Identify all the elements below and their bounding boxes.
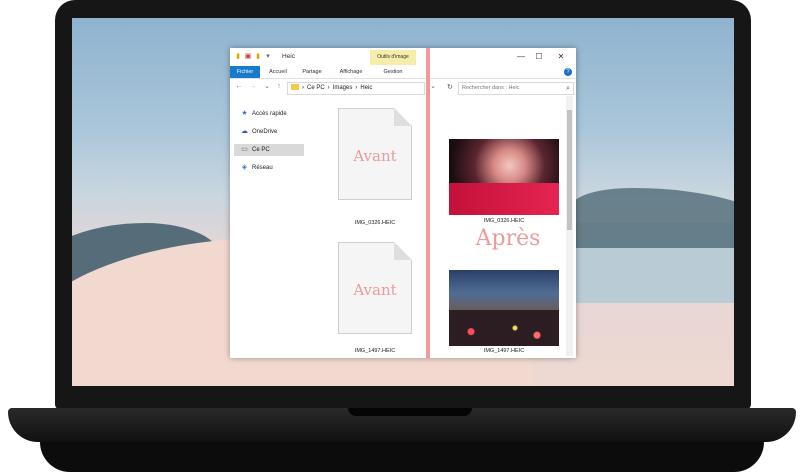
window-title: Heic <box>282 53 296 60</box>
search-input[interactable]: Rechercher dans : Heic ⌕ <box>458 82 574 95</box>
breadcrumb-sep: › <box>355 85 358 91</box>
computer-icon: ▭ <box>241 146 248 153</box>
address-row: ← → ⌄ ↑ › Ce PC › Images › Heic ⌄ ↻ Recherche… <box>230 79 576 96</box>
file-name[interactable]: IMG_0326.HEIC <box>459 218 549 224</box>
before-after-divider <box>426 48 430 358</box>
file-name[interactable]: IMG_1497.HEIC <box>330 348 420 354</box>
breadcrumb-images[interactable]: Images <box>333 85 353 91</box>
recent-dropdown-icon[interactable]: ⌄ <box>262 82 272 92</box>
folder-icon: ▮ <box>236 53 240 60</box>
back-arrow-icon[interactable]: ← <box>234 82 244 92</box>
ribbon-tabs: Fichier Accueil Partage Affichage Gestio… <box>230 66 576 79</box>
file-icon[interactable]: Avant <box>338 108 412 200</box>
file-name[interactable]: IMG_0326.HEIC <box>330 220 420 226</box>
sidebar-item-onedrive[interactable]: ☁ OneDrive <box>240 126 304 138</box>
new-folder-icon[interactable]: ▮ <box>254 52 262 61</box>
sidebar-item-label: Ce PC <box>252 147 270 153</box>
wallpaper-hill <box>572 188 734 248</box>
properties-icon[interactable]: ▣ <box>244 52 252 61</box>
forward-arrow-icon[interactable]: → <box>248 82 258 92</box>
tab-gestion[interactable]: Gestion <box>378 66 408 78</box>
tab-accueil[interactable]: Accueil <box>264 66 292 78</box>
help-icon[interactable]: ? <box>564 68 572 76</box>
thumbnail-detail <box>449 183 559 215</box>
file-icon[interactable]: Avant <box>338 242 412 334</box>
stamp-avant: Avant <box>353 281 397 299</box>
thumbnail-detail <box>449 310 559 346</box>
file-corner <box>394 108 412 126</box>
search-icon: ⌕ <box>566 85 570 92</box>
laptop-base <box>0 408 804 476</box>
sidebar-item-label: OneDrive <box>252 129 278 135</box>
folder-icon <box>291 84 299 90</box>
file-corner <box>394 242 412 260</box>
title-bar: ▮ ▣ ▮ ▾ Heic Outils d'image — ☐ ✕ <box>230 48 576 66</box>
breadcrumb-heic[interactable]: Heic <box>360 85 372 91</box>
navigation-pane: ★ Accès rapide ☁ OneDrive ▭ Ce PC ◈ Réseau <box>230 96 308 358</box>
quick-access-dropdown-icon[interactable]: ▾ <box>264 52 272 61</box>
up-arrow-icon[interactable]: ↑ <box>274 82 284 92</box>
sidebar-item-ce-pc[interactable]: ▭ Ce PC <box>234 144 304 156</box>
sidebar-item-reseau[interactable]: ◈ Réseau <box>240 162 304 174</box>
tab-fichier[interactable]: Fichier <box>230 66 260 78</box>
breadcrumb-sep: › <box>302 85 304 91</box>
tab-affichage[interactable]: Affichage <box>334 66 368 78</box>
stamp-avant: Avant <box>353 147 397 165</box>
maximize-button[interactable]: ☐ <box>532 50 546 63</box>
label-apres: Après <box>475 226 541 251</box>
scrollbar-thumb[interactable] <box>567 110 572 230</box>
breadcrumb-sep: › <box>327 85 330 91</box>
close-button[interactable]: ✕ <box>554 50 568 63</box>
minimize-button[interactable]: — <box>514 50 528 63</box>
sidebar-item-label: Réseau <box>252 165 273 171</box>
city-night-thumbnail[interactable] <box>449 270 559 346</box>
cloud-icon: ☁ <box>241 128 248 135</box>
laptop-notch <box>348 408 472 416</box>
sidebar-item-label: Accès rapide <box>252 111 287 117</box>
address-bar[interactable]: › Ce PC › Images › Heic <box>287 82 425 95</box>
contextual-tab-image-tools[interactable]: Outils d'image <box>370 50 416 65</box>
vertical-scrollbar[interactable] <box>566 96 573 356</box>
tab-partage[interactable]: Partage <box>298 66 326 78</box>
network-icon: ◈ <box>241 164 248 171</box>
portrait-thumbnail[interactable] <box>449 139 559 215</box>
star-icon: ★ <box>241 110 248 117</box>
file-name[interactable]: IMG_1497.HEIC <box>459 348 549 354</box>
laptop-base-bottom <box>40 442 764 472</box>
breadcrumb-ce-pc[interactable]: Ce PC <box>307 85 325 91</box>
refresh-icon[interactable]: ↻ <box>447 82 456 93</box>
sidebar-item-acces-rapide[interactable]: ★ Accès rapide <box>240 108 304 120</box>
search-placeholder: Rechercher dans : Heic <box>462 85 520 91</box>
laptop-base-top <box>8 408 796 442</box>
